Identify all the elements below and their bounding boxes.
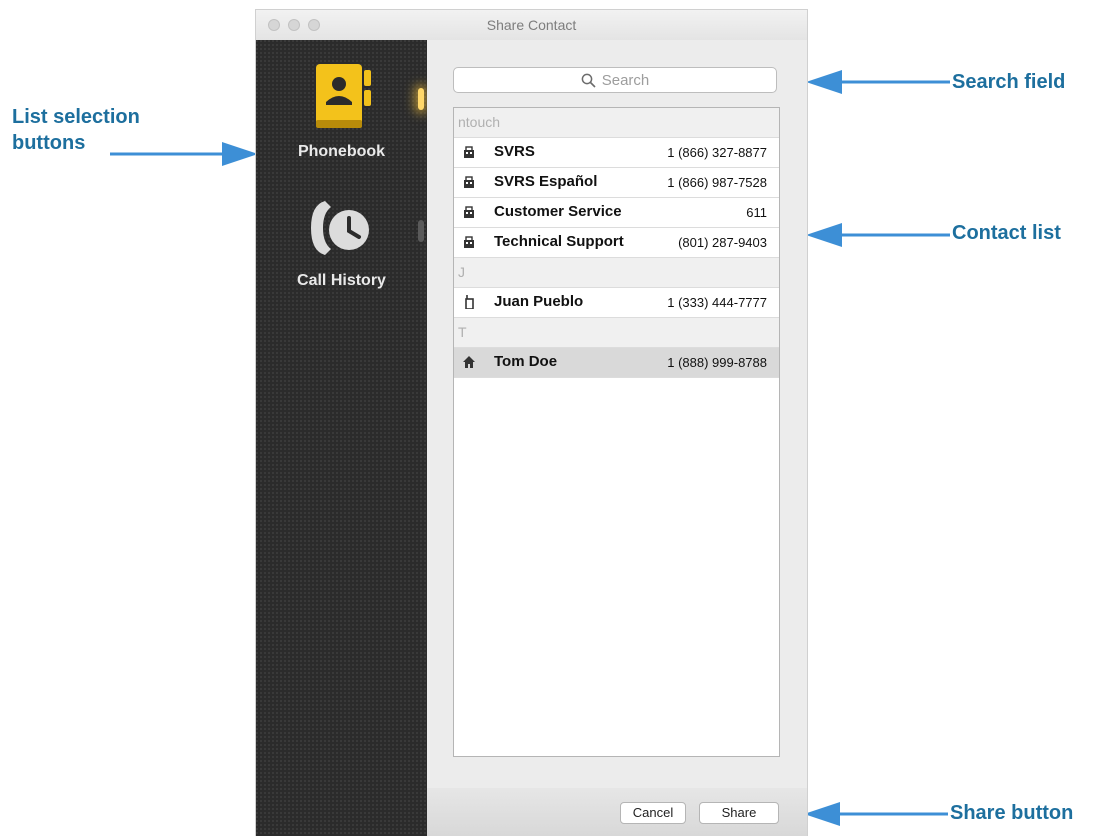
home-icon	[462, 355, 476, 369]
bottom-bar: Cancel Share	[427, 788, 807, 836]
contact-name: Juan Pueblo	[494, 293, 584, 310]
main-panel: Search ntouch SVRS 1 (866) 327-8877 SVRS Es…	[427, 40, 807, 836]
section-header: T	[454, 318, 779, 348]
contact-name: Customer Service	[494, 203, 622, 220]
building-icon	[462, 235, 476, 249]
contact-row[interactable]: Tom Doe 1 (888) 999-8788	[454, 348, 779, 378]
annotation-list-selection-line1: List selection	[12, 106, 140, 128]
contact-row[interactable]: SVRS 1 (866) 327-8877	[454, 138, 779, 168]
sidebar-item-call-history[interactable]: Call History	[256, 195, 427, 290]
contact-row[interactable]: Technical Support (801) 287-9403	[454, 228, 779, 258]
sidebar: Phonebook Call History	[256, 40, 427, 836]
sidebar-item-phonebook[interactable]: Phonebook	[256, 60, 427, 161]
contact-phone: 1 (333) 444-7777	[667, 295, 767, 310]
search-icon	[581, 73, 596, 88]
window-title: Share Contact	[486, 17, 577, 33]
section-header: ntouch	[454, 108, 779, 138]
arrow-to-search	[806, 70, 950, 94]
annotation-search-field: Search field	[952, 71, 1066, 93]
section-header: J	[454, 258, 779, 288]
arrow-to-share-button	[804, 802, 948, 826]
arrow-to-sidebar	[110, 142, 258, 166]
contact-name: SVRS	[494, 143, 535, 160]
contact-name: Tom Doe	[494, 353, 558, 370]
contact-row[interactable]: SVRS Español 1 (866) 987-7528	[454, 168, 779, 198]
search-placeholder: Search	[601, 71, 650, 89]
mobile-icon	[462, 295, 476, 310]
share-button[interactable]: Share	[699, 802, 779, 824]
annotation-share-button: Share button	[950, 802, 1074, 824]
contact-phone: 611	[746, 205, 767, 220]
contact-phone: 1 (866) 327-8877	[667, 145, 767, 160]
contact-row[interactable]: Customer Service 611	[454, 198, 779, 228]
sidebar-item-call-history-label: Call History	[297, 272, 386, 289]
search-input[interactable]: Search	[453, 67, 777, 93]
arrow-to-contact-list	[806, 223, 950, 247]
building-icon	[462, 145, 476, 159]
contact-list[interactable]: ntouch SVRS 1 (866) 327-8877 SVRS Español 1 …	[453, 107, 780, 757]
contact-row[interactable]: Juan Pueblo 1 (333) 444-7777	[454, 288, 779, 318]
title-bar: Share Contact	[256, 10, 807, 41]
contact-name: Technical Support	[494, 233, 624, 250]
cancel-button[interactable]: Cancel	[620, 802, 686, 824]
building-icon	[462, 205, 476, 219]
phonebook-icon	[315, 64, 371, 128]
contact-name: SVRS Español	[494, 173, 598, 190]
building-icon	[462, 175, 476, 189]
contact-phone: (801) 287-9403	[678, 235, 767, 250]
share-contact-window: Share Contact Phonebook Call History Sea…	[256, 10, 807, 836]
contact-phone: 1 (866) 987-7528	[667, 175, 767, 190]
contact-phone: 1 (888) 999-8788	[667, 355, 767, 370]
call-history-icon	[310, 201, 369, 255]
sidebar-item-phonebook-label: Phonebook	[297, 143, 386, 160]
annotation-contact-list: Contact list	[952, 222, 1061, 244]
